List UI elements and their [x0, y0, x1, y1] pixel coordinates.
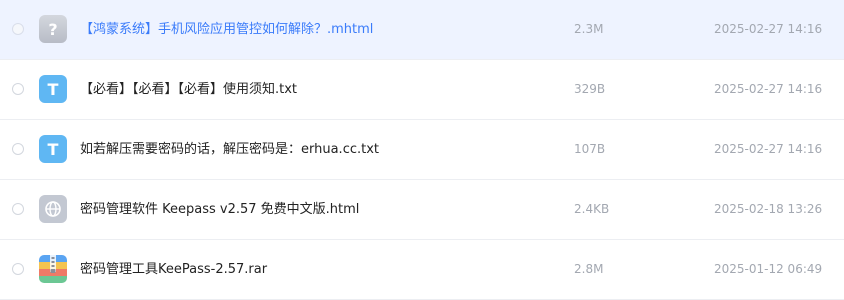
file-date: 2025-01-12 06:49: [714, 262, 823, 276]
file-date: 2025-02-27 14:16: [714, 22, 823, 36]
file-name[interactable]: 【鸿蒙系统】手机风险应用管控如何解除？.mhtml: [80, 0, 373, 59]
file-row[interactable]: 密码管理工具KeePass-2.57.rar 2.8M 2025-01-12 0…: [0, 240, 844, 300]
unknown-file-icon: ?: [39, 15, 67, 43]
file-name[interactable]: 【必看】【必看】【必看】使用须知.txt: [80, 60, 297, 119]
svg-text:?: ?: [48, 20, 57, 39]
web-file-icon: [39, 195, 67, 223]
text-file-icon: T: [39, 75, 67, 103]
file-size: 2.4KB: [574, 202, 610, 216]
select-checkbox[interactable]: [12, 263, 24, 275]
archive-file-icon: [39, 255, 67, 283]
svg-text:T: T: [48, 140, 59, 159]
file-date: 2025-02-27 14:16: [714, 142, 823, 156]
file-name[interactable]: 密码管理软件 Keepass v2.57 免费中文版.html: [80, 180, 359, 239]
svg-text:T: T: [48, 80, 59, 99]
file-name[interactable]: 密码管理工具KeePass-2.57.rar: [80, 240, 267, 299]
select-checkbox[interactable]: [12, 143, 24, 155]
file-row[interactable]: 密码管理软件 Keepass v2.57 免费中文版.html 2.4KB 20…: [0, 180, 844, 240]
file-size: 2.8M: [574, 262, 604, 276]
file-date: 2025-02-27 14:16: [714, 82, 823, 96]
file-row[interactable]: ? 【鸿蒙系统】手机风险应用管控如何解除？.mhtml 2.3M 2025-02…: [0, 0, 844, 60]
text-file-icon: T: [39, 135, 67, 163]
select-checkbox[interactable]: [12, 23, 24, 35]
file-size: 2.3M: [574, 22, 604, 36]
file-date: 2025-02-18 13:26: [714, 202, 823, 216]
select-checkbox[interactable]: [12, 203, 24, 215]
file-name[interactable]: 如若解压需要密码的话，解压密码是：erhua.cc.txt: [80, 120, 379, 179]
file-size: 329B: [574, 82, 606, 96]
file-list: ? 【鸿蒙系统】手机风险应用管控如何解除？.mhtml 2.3M 2025-02…: [0, 0, 844, 300]
file-size: 107B: [574, 142, 606, 156]
file-row[interactable]: T 如若解压需要密码的话，解压密码是：erhua.cc.txt 107B 202…: [0, 120, 844, 180]
file-row[interactable]: T 【必看】【必看】【必看】使用须知.txt 329B 2025-02-27 1…: [0, 60, 844, 120]
select-checkbox[interactable]: [12, 83, 24, 95]
